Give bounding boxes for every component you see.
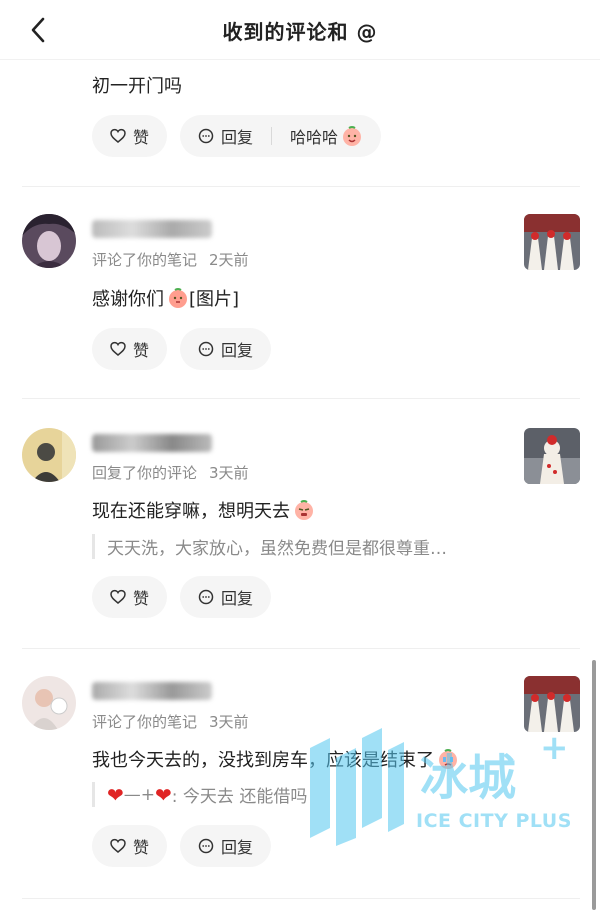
quoted-comment[interactable]: 天天洗，大家放心，虽然免费但是都很尊重…: [92, 534, 447, 559]
divider: [22, 898, 580, 899]
reply-label: 回复: [221, 838, 254, 857]
heart-outline-icon: [110, 838, 126, 854]
like-button[interactable]: 赞: [92, 825, 168, 867]
quick-reply-text[interactable]: 哈哈哈: [290, 124, 338, 148]
like-button[interactable]: 赞: [92, 328, 168, 370]
like-label: 赞: [133, 128, 150, 147]
note-thumbnail[interactable]: [524, 428, 580, 484]
comment-icon: [198, 838, 214, 854]
scrollbar[interactable]: [592, 660, 596, 910]
watermark-cn-text: 冰城: [420, 750, 517, 806]
watermark-plus: +: [540, 728, 569, 768]
note-thumbnail[interactable]: [524, 214, 580, 270]
comment-item: 回复了你的评论 3天前 现在还能穿嘛，想明天去 天天洗，大家放心，虽然免费但是都很…: [0, 398, 600, 648]
page-title: 收到的评论和 @: [222, 20, 378, 44]
timestamp: 2天前: [209, 251, 249, 269]
watermark: 冰城 + ICE CITY PLUS: [290, 728, 590, 858]
avatar[interactable]: [22, 214, 76, 268]
comment-icon: [198, 341, 214, 357]
comment-content: 现在还能穿嘛，想明天去: [92, 497, 315, 523]
reply-button[interactable]: 回复: [180, 328, 272, 370]
comment-item: 评论了你的笔记 2天前 感谢你们 [图片] 赞 回复: [0, 186, 600, 398]
comment-content: 初一开门吗: [92, 76, 182, 97]
username-blurred[interactable]: [92, 434, 212, 452]
like-button[interactable]: 赞: [92, 115, 168, 157]
reply-button[interactable]: 回复: [180, 576, 272, 618]
reply-button[interactable]: 回复: [180, 825, 272, 867]
like-button[interactable]: 赞: [92, 576, 168, 618]
emoji-icon: [295, 500, 313, 520]
comment-item: 初一开门吗 赞 回复 哈哈哈: [0, 60, 600, 186]
heart-outline-icon: [110, 341, 126, 357]
reply-label: 回复: [221, 589, 254, 608]
comment-meta: 回复了你的评论 3天前: [92, 462, 249, 483]
reply-label: 回复: [221, 341, 254, 360]
meta-action: 评论了你的笔记: [92, 713, 198, 731]
image-placeholder-text: [图片]: [189, 289, 240, 310]
like-label: 赞: [133, 838, 150, 857]
quote-name-part: —+: [123, 784, 156, 805]
like-label: 赞: [133, 341, 150, 360]
watermark-en-text: ICE CITY PLUS: [416, 810, 572, 832]
heart-emoji-icon: ❤: [107, 782, 124, 807]
quote-text: : 今天去 还能借吗: [171, 787, 308, 807]
meta-action: 评论了你的笔记: [92, 251, 198, 269]
username-blurred[interactable]: [92, 682, 212, 700]
heart-outline-icon: [110, 128, 126, 144]
emoji-icon: [343, 126, 362, 146]
divider: [271, 127, 273, 145]
timestamp: 3天前: [209, 464, 249, 482]
quoted-comment[interactable]: ❤ —+ ❤ : 今天去 还能借吗: [92, 782, 307, 807]
watermark-logo: [310, 728, 404, 846]
comment-text: 现在还能穿嘛，想明天去: [92, 501, 290, 522]
comment-icon: [198, 589, 214, 605]
header: 收到的评论和 @: [0, 0, 600, 60]
timestamp: 3天前: [209, 713, 249, 731]
username-blurred[interactable]: [92, 220, 212, 238]
comment-meta: 评论了你的笔记 2天前: [92, 249, 249, 270]
avatar[interactable]: [22, 676, 76, 730]
heart-outline-icon: [110, 589, 126, 605]
comment-icon: [198, 128, 214, 144]
comment-meta: 评论了你的笔记 3天前: [92, 711, 249, 732]
reply-label: 回复: [221, 128, 254, 147]
meta-action: 回复了你的评论: [92, 464, 198, 482]
comment-text: 感谢你们: [92, 289, 164, 310]
emoji-icon: [169, 288, 187, 308]
like-label: 赞: [133, 589, 150, 608]
heart-emoji-icon: ❤: [155, 782, 172, 807]
comment-content: 感谢你们 [图片]: [92, 285, 239, 311]
avatar[interactable]: [22, 428, 76, 482]
reply-button[interactable]: 回复 哈哈哈: [180, 115, 382, 157]
note-thumbnail[interactable]: [524, 676, 580, 732]
